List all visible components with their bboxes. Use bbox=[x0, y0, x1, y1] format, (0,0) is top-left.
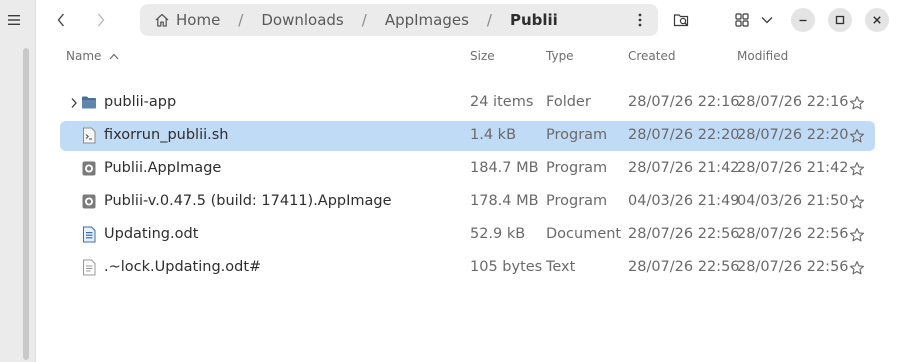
more-vertical-icon bbox=[638, 13, 642, 27]
sidebar-scrollbar[interactable] bbox=[23, 48, 29, 360]
column-header-modified[interactable]: Modified bbox=[737, 49, 788, 63]
breadcrumb-label: Home bbox=[176, 11, 221, 29]
file-name: fixorrun_publii.sh bbox=[104, 127, 229, 143]
file-size: 105 bytes bbox=[470, 259, 543, 275]
file-size: 184.7 MB bbox=[470, 160, 539, 176]
appimage-icon bbox=[82, 161, 96, 176]
file-type: Document bbox=[546, 226, 622, 242]
file-size: 1.4 kB bbox=[470, 127, 517, 143]
back-button[interactable] bbox=[45, 8, 77, 32]
star-icon[interactable] bbox=[849, 227, 865, 243]
breadcrumb-separator: / bbox=[238, 11, 244, 29]
home-icon bbox=[155, 13, 169, 27]
file-row[interactable]: Updating.odt 52.9 kB Document 28/07/26 2… bbox=[60, 220, 875, 250]
file-name: .~lock.Updating.odt# bbox=[104, 259, 262, 275]
file-created: 28/07/26 22:16 bbox=[628, 94, 740, 110]
path-menu-button[interactable] bbox=[630, 10, 650, 30]
chevron-left-icon bbox=[57, 13, 64, 27]
file-type: Folder bbox=[546, 94, 591, 110]
script-icon bbox=[83, 127, 96, 144]
file-view: Home / Downloads / AppImages / Publii Na… bbox=[37, 0, 901, 362]
file-modified: 28/07/26 22:56 bbox=[737, 259, 849, 275]
star-icon[interactable] bbox=[849, 95, 865, 111]
forward-button[interactable] bbox=[85, 8, 117, 32]
file-modified: 28/07/26 22:20 bbox=[737, 127, 849, 143]
breadcrumb-downloads[interactable]: Downloads bbox=[261, 11, 343, 29]
search-folder-icon bbox=[673, 14, 689, 27]
file-name: Updating.odt bbox=[104, 226, 199, 242]
chevron-right-icon bbox=[98, 13, 105, 27]
file-name: Publii.AppImage bbox=[104, 160, 222, 176]
view-options-button[interactable] bbox=[759, 7, 775, 33]
maximize-icon bbox=[835, 15, 845, 25]
search-button[interactable] bbox=[671, 7, 693, 33]
menu-icon bbox=[8, 15, 20, 25]
file-type: Program bbox=[546, 193, 608, 209]
sort-ascending-icon bbox=[109, 53, 119, 59]
file-name: Publii-v.0.47.5 (build: 17411).AppImage bbox=[104, 193, 392, 209]
appimage-icon bbox=[82, 194, 96, 209]
breadcrumb-separator: / bbox=[361, 11, 367, 29]
view-mode-button[interactable] bbox=[733, 7, 751, 33]
file-type: Program bbox=[546, 127, 608, 143]
grid-view-icon bbox=[735, 13, 749, 27]
file-modified: 28/07/26 22:56 bbox=[737, 226, 849, 242]
file-modified: 28/07/26 22:16 bbox=[737, 94, 849, 110]
minimize-icon bbox=[799, 19, 807, 22]
star-icon[interactable] bbox=[849, 194, 865, 210]
chevron-down-icon bbox=[761, 17, 773, 24]
star-icon[interactable] bbox=[849, 128, 865, 144]
file-created: 28/07/26 21:42 bbox=[628, 160, 740, 176]
column-header-size[interactable]: Size bbox=[470, 49, 495, 63]
close-button[interactable] bbox=[865, 8, 889, 32]
text-file-icon bbox=[83, 259, 96, 276]
file-type: Text bbox=[546, 259, 576, 275]
file-created: 28/07/26 22:56 bbox=[628, 226, 740, 242]
close-icon bbox=[873, 16, 881, 24]
file-row[interactable]: publii-app 24 items Folder 28/07/26 22:1… bbox=[60, 88, 875, 118]
column-header-label: Name bbox=[66, 49, 102, 63]
file-size: 52.9 kB bbox=[470, 226, 526, 242]
file-row[interactable]: Publii-v.0.47.5 (build: 17411).AppImage … bbox=[60, 187, 875, 217]
column-header-created[interactable]: Created bbox=[628, 49, 676, 63]
file-row[interactable]: .~lock.Updating.odt# 105 bytes Text 28/0… bbox=[60, 253, 875, 283]
column-header-type[interactable]: Type bbox=[546, 49, 574, 63]
breadcrumb: Home / Downloads / AppImages / Publii bbox=[140, 4, 658, 36]
sidebar-menu-button[interactable] bbox=[4, 10, 24, 30]
star-icon[interactable] bbox=[849, 260, 865, 276]
file-row[interactable]: fixorrun_publii.sh 1.4 kB Program 28/07/… bbox=[60, 121, 875, 151]
column-header-name[interactable]: Name bbox=[66, 49, 119, 63]
expander-chevron-icon[interactable] bbox=[70, 97, 78, 109]
breadcrumb-appimages[interactable]: AppImages bbox=[385, 11, 469, 29]
file-created: 28/07/26 22:20 bbox=[628, 127, 740, 143]
minimize-button[interactable] bbox=[791, 8, 815, 32]
folder-icon bbox=[82, 96, 96, 109]
file-name: publii-app bbox=[104, 94, 177, 110]
sidebar bbox=[0, 0, 36, 362]
file-created: 28/07/26 22:56 bbox=[628, 259, 740, 275]
file-type: Program bbox=[546, 160, 608, 176]
file-modified: 28/07/26 21:42 bbox=[737, 160, 849, 176]
file-size: 24 items bbox=[470, 94, 534, 110]
breadcrumb-home[interactable]: Home bbox=[154, 11, 220, 29]
file-size: 178.4 MB bbox=[470, 193, 539, 209]
breadcrumb-publii[interactable]: Publii bbox=[510, 11, 558, 29]
breadcrumb-separator: / bbox=[486, 11, 492, 29]
file-row[interactable]: Publii.AppImage 184.7 MB Program 28/07/2… bbox=[60, 154, 875, 184]
maximize-button[interactable] bbox=[828, 8, 852, 32]
star-icon[interactable] bbox=[849, 161, 865, 177]
file-created: 04/03/26 21:49 bbox=[628, 193, 740, 209]
document-icon bbox=[83, 226, 96, 243]
file-modified: 04/03/26 21:50 bbox=[737, 193, 849, 209]
